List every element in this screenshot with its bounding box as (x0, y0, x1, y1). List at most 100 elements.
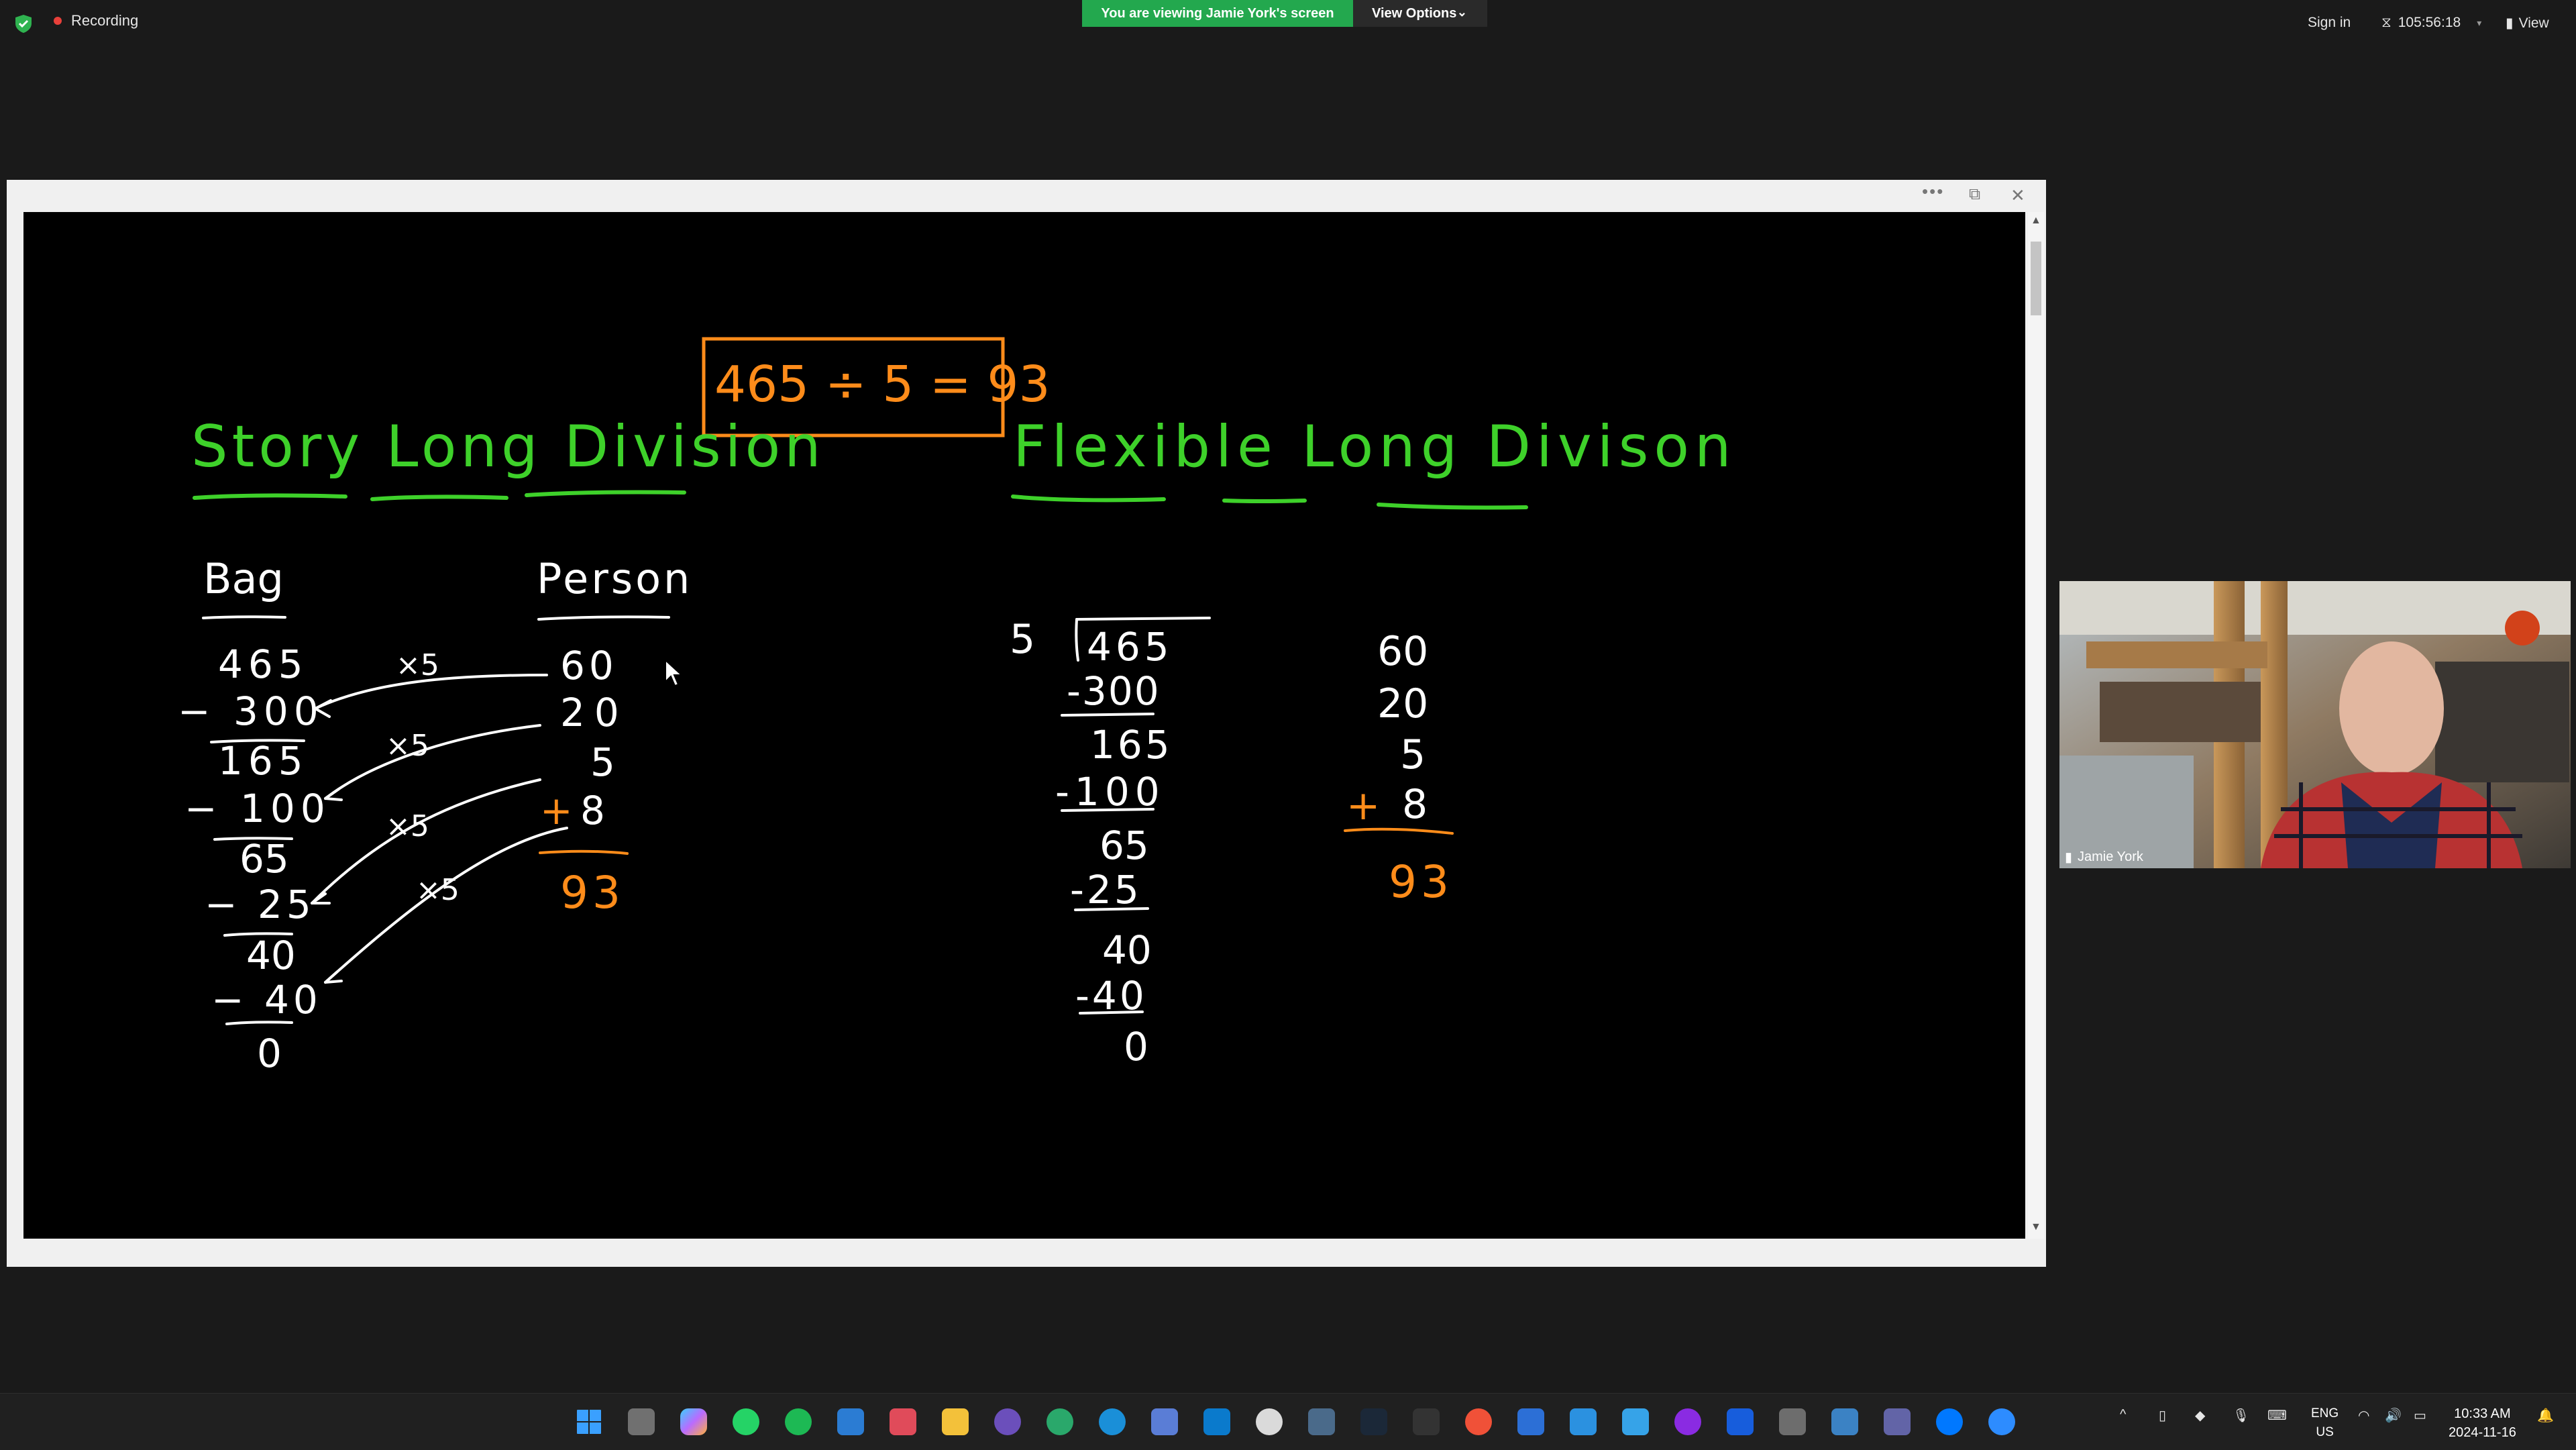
snipping-tool-icon[interactable] (890, 1408, 916, 1435)
app-installer-icon[interactable] (1151, 1408, 1178, 1435)
divisor: 5 (1010, 616, 1036, 663)
flex-step: 40 (1102, 927, 1152, 973)
bag-column-header: Bag (203, 554, 284, 603)
person-plus-sign: + (540, 788, 573, 833)
clock-time: 10:33 AM (2454, 1406, 2511, 1421)
story-long-division-title: Story Long Division (191, 413, 825, 480)
flex-total: 93 (1389, 856, 1453, 908)
multiply-label: ×5 (386, 809, 429, 843)
person-total: 93 (560, 867, 625, 919)
vscode-icon[interactable] (1203, 1408, 1230, 1435)
zoom-top-bar: Recording You are viewing Jamie York's s… (0, 0, 2576, 47)
view-button[interactable]: ▮ View (2506, 15, 2549, 32)
hourglass-icon: ⧖ (2381, 15, 2392, 30)
bag-value: 165 (218, 738, 309, 784)
bag-value: − 100 (184, 786, 331, 831)
scroll-down-icon[interactable]: ▼ (2031, 1221, 2041, 1233)
person-value: 5 (590, 739, 615, 785)
battery-icon[interactable]: ▭ (2414, 1407, 2426, 1424)
microphone-icon[interactable]: 🎙 (2233, 1407, 2249, 1424)
flexible-long-division-title: Flexible Long Divison (1013, 413, 1737, 480)
chevron-down-icon: ▾ (2477, 17, 2482, 28)
office-icon[interactable] (1622, 1408, 1649, 1435)
copilot-icon[interactable] (680, 1408, 707, 1435)
flex-step: 65 (1099, 823, 1149, 868)
keyboard-icon[interactable]: ⌨ (2267, 1407, 2287, 1424)
messenger-icon[interactable] (1936, 1408, 1963, 1435)
view-options-label: View Options (1372, 5, 1457, 21)
flex-quotient: 5 (1400, 731, 1426, 778)
bag-value: − 300 (178, 688, 324, 734)
wifi-icon[interactable]: ◠ (2358, 1407, 2369, 1424)
capture-icon[interactable] (1570, 1408, 1597, 1435)
notification-bell-icon[interactable]: 🔔 (2537, 1407, 2554, 1424)
person-value: 20 (560, 690, 629, 735)
dividend: 465 (1087, 624, 1173, 670)
meeting-timer[interactable]: ⧖ 105:56:18 ▾ (2381, 15, 2481, 31)
windows-taskbar: ^ ▯ ◆ 🎙 ⌨ ENG US ◠ 🔊 ▭ 10:33 AM 2024-11-… (0, 1393, 2576, 1450)
calculator-icon[interactable] (1779, 1408, 1806, 1435)
scrollbar-thumb[interactable] (2031, 242, 2041, 315)
vscode-alt-icon[interactable] (1517, 1408, 1544, 1435)
usb-icon[interactable]: ▯ (2159, 1407, 2166, 1424)
steam-tray-icon[interactable]: ◆ (2195, 1407, 2205, 1424)
recording-label: Recording (71, 12, 139, 29)
github-icon[interactable] (994, 1408, 1021, 1435)
system-clock[interactable]: 10:33 AM 2024-11-16 (2449, 1404, 2516, 1442)
file-explorer-icon[interactable] (942, 1408, 969, 1435)
shared-screen-window: ••• ⧉ ✕ 465 ÷ 5 = 93 Story Long Division… (7, 180, 2046, 1267)
steam-icon[interactable] (1360, 1408, 1387, 1435)
monitor-icon[interactable] (1308, 1408, 1335, 1435)
input-language[interactable]: ENG US (2311, 1404, 2339, 1442)
bag-value: 65 (239, 836, 289, 882)
flex-step: -100 (1055, 769, 1165, 815)
teams-icon[interactable] (1884, 1408, 1911, 1435)
chevron-down-icon: ⌄ (1456, 5, 1467, 19)
flex-quotient: 60 (1377, 628, 1429, 675)
view-label: View (2518, 15, 2549, 31)
vertical-scrollbar[interactable]: ▲ ▼ (2028, 212, 2044, 1239)
bag-value: − 25 (205, 882, 315, 927)
volume-icon[interactable]: 🔊 (2385, 1407, 2402, 1424)
remote-desktop-icon[interactable] (837, 1408, 864, 1435)
bitwarden-icon[interactable] (1727, 1408, 1754, 1435)
task-view-icon[interactable] (628, 1408, 655, 1435)
chevron-up-icon[interactable]: ^ (2120, 1407, 2126, 1422)
view-options-button[interactable]: View Options ⌄ (1353, 0, 1487, 27)
clock-date: 2024-11-16 (2449, 1425, 2516, 1440)
recording-dot-icon (54, 17, 62, 25)
edge-beta-icon[interactable] (1046, 1408, 1073, 1435)
close-icon[interactable]: ✕ (2010, 185, 2025, 206)
multiply-label: ×5 (386, 729, 429, 763)
participant-video-tile[interactable]: ▮ Jamie York (2059, 581, 2571, 868)
flex-quotient: 8 (1402, 781, 1428, 828)
recording-indicator[interactable]: Recording (54, 12, 138, 30)
spotify-icon[interactable] (785, 1408, 812, 1435)
mouse-cursor-icon (665, 659, 684, 687)
security-shield-icon[interactable] (13, 13, 34, 34)
flex-step: 0 (1124, 1024, 1148, 1070)
language-code: ENG (2311, 1406, 2339, 1420)
flex-quotient: 20 (1377, 680, 1429, 727)
restore-window-icon[interactable]: ⧉ (1969, 185, 1980, 204)
scroll-up-icon[interactable]: ▲ (2031, 215, 2041, 227)
windows-start-icon[interactable] (576, 1408, 602, 1435)
zoom-icon[interactable] (1988, 1408, 2015, 1435)
obs-icon[interactable] (1674, 1408, 1701, 1435)
sign-in-button[interactable]: Sign in (2308, 15, 2351, 31)
signal-bars-icon: ▮ (2065, 850, 2073, 865)
more-options-icon[interactable]: ••• (1922, 181, 1944, 202)
edge-icon[interactable] (1099, 1408, 1126, 1435)
notepad-icon[interactable] (1831, 1408, 1858, 1435)
multiply-label: ×5 (416, 873, 460, 907)
multiply-label: ×5 (396, 648, 439, 682)
timer-value: 105:56:18 (2398, 15, 2461, 30)
equation-text: 465 ÷ 5 = 93 (714, 356, 1051, 413)
clock-icon[interactable] (1256, 1408, 1283, 1435)
swift-icon[interactable] (1465, 1408, 1492, 1435)
whatsapp-icon[interactable] (733, 1408, 759, 1435)
terminal-icon[interactable] (1413, 1408, 1440, 1435)
whiteboard-canvas: 465 ÷ 5 = 93 Story Long Division Flexibl… (23, 212, 2025, 1239)
flex-plus-sign: + (1346, 782, 1381, 829)
person-value: 60 (560, 643, 618, 688)
